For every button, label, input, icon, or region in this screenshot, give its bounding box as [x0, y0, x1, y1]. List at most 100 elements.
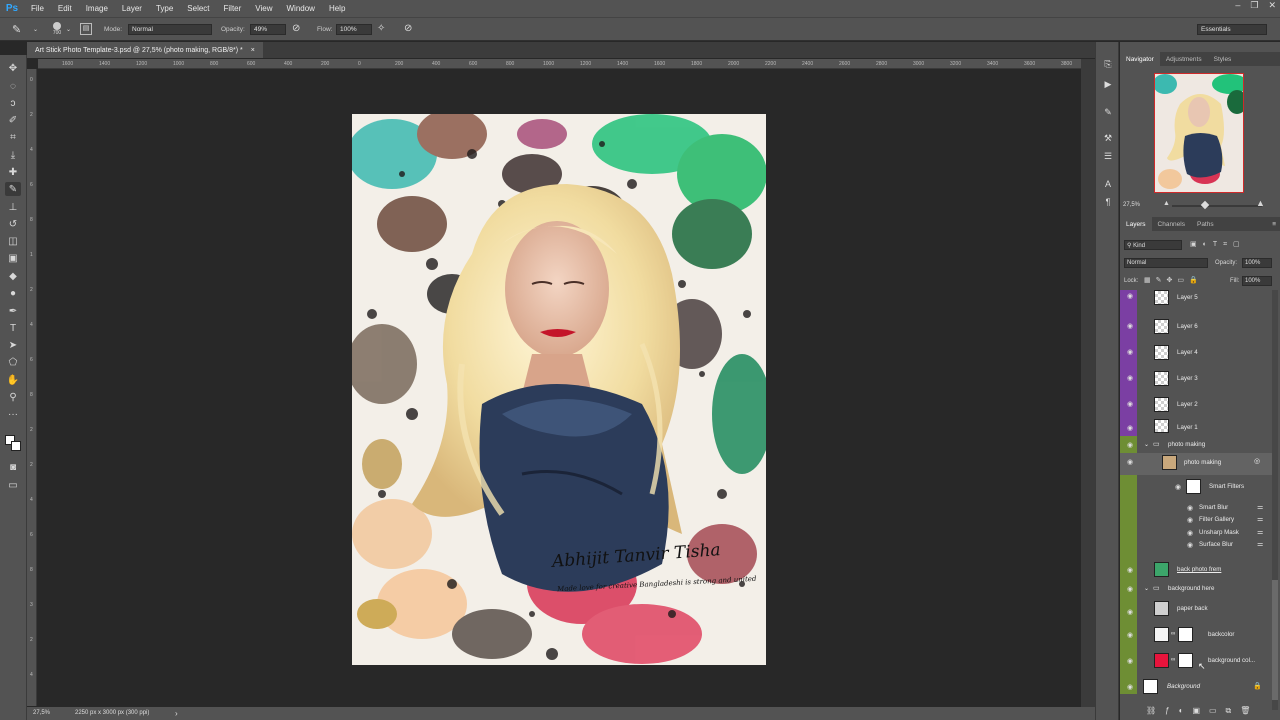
clone-stamp-tool-icon[interactable]: ⊥: [5, 200, 21, 214]
zoom-tool-icon[interactable]: ⚲: [5, 390, 21, 404]
layer-row[interactable]: ◉ Background 🔒: [1120, 676, 1276, 700]
visibility-eye-icon[interactable]: ◉: [1187, 541, 1195, 549]
crop-tool-icon[interactable]: ⌗: [5, 130, 21, 144]
lock-icons[interactable]: ▦✎✥▭🔒: [1144, 276, 1203, 284]
smart-filters-row[interactable]: ◉ Smart Filters: [1120, 477, 1276, 499]
layers-scrollbar[interactable]: [1272, 290, 1278, 710]
visibility-eye-icon[interactable]: ◉: [1127, 657, 1135, 665]
expand-arrow-icon[interactable]: ⌄: [1144, 585, 1149, 592]
filter-options-icon[interactable]: ⚌: [1257, 515, 1263, 523]
layer-row[interactable]: ◉ ∞ backcolor: [1120, 624, 1276, 648]
chevron-down-icon[interactable]: ⌄: [66, 26, 71, 33]
visibility-eye-icon[interactable]: ◉: [1127, 683, 1135, 691]
brush-panel-toggle-icon[interactable]: ▤: [80, 23, 92, 35]
opacity-input[interactable]: 49%: [250, 24, 286, 35]
zoom-slider-handle[interactable]: [1200, 200, 1210, 210]
marquee-tool-icon[interactable]: ◌: [5, 79, 21, 93]
fill-input[interactable]: 100%: [1242, 276, 1272, 286]
visibility-eye-icon[interactable]: ◉: [1127, 458, 1135, 466]
status-menu-arrow[interactable]: ›: [175, 709, 178, 718]
visibility-eye-icon[interactable]: ◉: [1187, 529, 1195, 537]
zoom-in-icon[interactable]: ▲: [1256, 198, 1265, 208]
eraser-tool-icon[interactable]: ◫: [5, 234, 21, 248]
brush-tool-icon[interactable]: ✎: [5, 182, 21, 196]
canvas-scrollbar[interactable]: [1081, 59, 1095, 707]
layer-filter-select[interactable]: ⚲ Kind: [1124, 240, 1182, 250]
layer-actions-bar[interactable]: ⛓ƒ◐▣▭⧉🗑: [1146, 706, 1259, 716]
mode-select[interactable]: Normal: [128, 24, 212, 35]
paragraph-panel-icon[interactable]: ¶: [1102, 196, 1114, 208]
document-artwork[interactable]: Abhijit Tanvir Tisha Made love for creat…: [352, 114, 766, 665]
tab-adjustments[interactable]: Adjustments: [1160, 52, 1208, 66]
tab-paths[interactable]: Paths: [1191, 217, 1220, 231]
tab-styles[interactable]: Styles: [1208, 52, 1238, 66]
lasso-tool-icon[interactable]: ↄ: [5, 96, 21, 110]
restore-button[interactable]: ❐: [1250, 0, 1258, 11]
menu-view[interactable]: View: [248, 4, 279, 13]
layer-row[interactable]: ◉ Layer 2: [1120, 394, 1276, 420]
visibility-eye-icon[interactable]: ◉: [1127, 374, 1135, 382]
filter-row[interactable]: ◉ Filter Gallery ⚌: [1120, 515, 1276, 527]
link-icon[interactable]: ∞: [1171, 631, 1175, 637]
layer-row[interactable]: paper back: [1120, 598, 1276, 622]
filter-row[interactable]: ◉ Surface Blur ⚌: [1120, 540, 1276, 552]
tab-channels[interactable]: Channels: [1152, 217, 1191, 231]
menu-window[interactable]: Window: [280, 4, 322, 13]
layer-row[interactable]: ◉ back photo frem: [1120, 560, 1276, 582]
layer-row[interactable]: ◉ Layer 4: [1120, 342, 1276, 368]
visibility-eye-icon[interactable]: ◉: [1127, 631, 1135, 639]
gradient-tool-icon[interactable]: ▣: [5, 251, 21, 265]
visibility-eye-icon[interactable]: ◉: [1127, 322, 1135, 330]
close-button[interactable]: ✕: [1268, 0, 1276, 11]
navigator-thumbnail[interactable]: [1154, 73, 1244, 193]
visibility-eye-icon[interactable]: ◉: [1127, 348, 1135, 356]
history-brush-tool-icon[interactable]: ↺: [5, 217, 21, 231]
menu-image[interactable]: Image: [79, 4, 115, 13]
visibility-eye-icon[interactable]: ◉: [1127, 566, 1135, 574]
filter-options-icon[interactable]: ⚌: [1257, 540, 1263, 548]
menu-edit[interactable]: Edit: [51, 4, 79, 13]
brush-preset-picker[interactable]: 700: [48, 21, 66, 39]
menu-filter[interactable]: Filter: [217, 4, 249, 13]
menu-select[interactable]: Select: [180, 4, 216, 13]
workspace-select[interactable]: Essentials: [1197, 24, 1267, 35]
hand-tool-icon[interactable]: ✋: [5, 373, 21, 387]
menu-help[interactable]: Help: [322, 4, 352, 13]
link-icon[interactable]: ∞: [1171, 657, 1175, 663]
visibility-eye-icon[interactable]: ◉: [1127, 424, 1135, 432]
filter-options-icon[interactable]: ⚌: [1257, 503, 1263, 511]
brush-tool-icon[interactable]: ✎: [12, 23, 21, 36]
chevron-down-icon[interactable]: ⌄: [33, 26, 38, 33]
blur-tool-icon[interactable]: ◆: [5, 269, 21, 283]
visibility-eye-icon[interactable]: ◉: [1127, 400, 1135, 408]
more-tools-icon[interactable]: ···: [5, 407, 21, 421]
quick-select-tool-icon[interactable]: ✐: [5, 113, 21, 127]
layer-row-selected[interactable]: ◉ photo making ◎: [1120, 453, 1276, 475]
character-panel-icon[interactable]: A: [1102, 178, 1114, 190]
document-tab[interactable]: Art Stick Photo Template-3.psd @ 27,5% (…: [27, 42, 263, 58]
history-panel-icon[interactable]: ⎘: [1102, 58, 1114, 70]
type-tool-icon[interactable]: T: [5, 321, 21, 335]
menu-type[interactable]: Type: [149, 4, 180, 13]
layers-scroll-thumb[interactable]: [1272, 580, 1278, 700]
navigator-zoom-readout[interactable]: 27,5%: [1123, 202, 1140, 208]
layer-row[interactable]: ◉ Layer 3: [1120, 368, 1276, 394]
menu-file[interactable]: File: [24, 4, 51, 13]
background-color-swatch[interactable]: [11, 441, 21, 451]
layer-opacity-input[interactable]: 100%: [1242, 258, 1272, 268]
healing-tool-icon[interactable]: ✚: [5, 165, 21, 179]
path-select-tool-icon[interactable]: ➤: [5, 338, 21, 352]
close-tab-icon[interactable]: ×: [251, 47, 255, 54]
visibility-eye-icon[interactable]: ◉: [1175, 483, 1183, 491]
quick-mask-icon[interactable]: ◙: [5, 460, 21, 474]
filter-row[interactable]: ◉ Unsharp Mask ⚌: [1120, 528, 1276, 540]
actions-panel-icon[interactable]: ▶: [1102, 78, 1114, 90]
airbrush-icon[interactable]: ✧: [377, 23, 385, 34]
brush-presets-icon[interactable]: ✎: [1102, 106, 1114, 118]
tab-navigator[interactable]: Navigator: [1120, 52, 1160, 66]
tool-presets-icon[interactable]: ⚒: [1102, 132, 1114, 144]
navigator-zoom-slider[interactable]: [1172, 205, 1262, 207]
pressure-opacity-icon[interactable]: ⊘: [292, 23, 300, 34]
menu-layer[interactable]: Layer: [115, 4, 149, 13]
visibility-eye-icon[interactable]: ◉: [1187, 516, 1195, 524]
